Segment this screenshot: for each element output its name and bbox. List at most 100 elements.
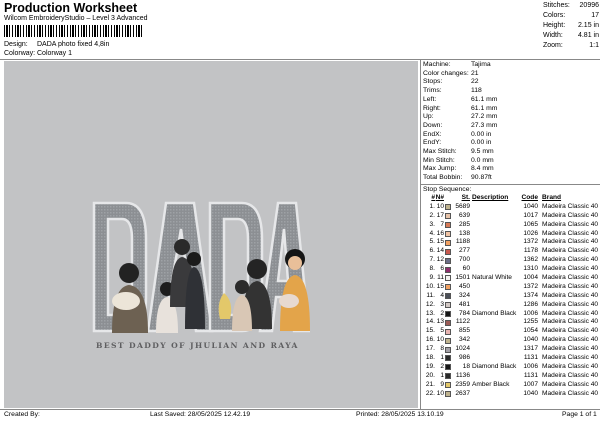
row-stitches: 784 bbox=[458, 309, 470, 317]
table-row[interactable]: 9. 11 1501 Natural White 1004 Madeira Classic… bbox=[423, 274, 599, 283]
summary-row: Height: 2.15 in bbox=[543, 21, 599, 31]
info-value: 8.4 mm bbox=[471, 165, 494, 173]
row-stitches: 1122 bbox=[455, 318, 470, 326]
row-code: 1178 bbox=[523, 247, 538, 255]
table-row[interactable]: 13. 2 784 Diamond Black 1006 Madeira Classic … bbox=[423, 310, 599, 319]
table-row[interactable]: 19. 2 18 Diamond Black 1006 Madeira Classic 4… bbox=[423, 363, 599, 372]
table-row[interactable]: 1. 10 5689 1040 Madeira Classic 40 bbox=[423, 203, 599, 212]
info-label: Max Stitch: bbox=[423, 148, 457, 156]
created-by: Created By: bbox=[4, 411, 40, 418]
info-row: Left: 61.1 mm bbox=[423, 96, 599, 105]
color-swatch bbox=[444, 222, 452, 229]
info-row: Stops: 22 bbox=[423, 78, 599, 87]
info-value: 9.5 mm bbox=[471, 148, 494, 156]
col-code: Code bbox=[521, 194, 538, 201]
row-num: 11. bbox=[426, 291, 435, 299]
info-label: EndY: bbox=[423, 139, 442, 147]
row-code: 1310 bbox=[523, 265, 538, 273]
color-swatch bbox=[444, 275, 452, 282]
table-row[interactable]: 3. 7 285 1065 Madeira Classic 40 bbox=[423, 221, 599, 230]
summary-value: 17 bbox=[591, 12, 599, 19]
row-needle: 4 bbox=[440, 291, 444, 299]
row-brand: Madeira Classic 40 bbox=[542, 362, 599, 370]
table-row[interactable]: 12. 3 481 1286 Madeira Classic 40 bbox=[423, 301, 599, 310]
row-needle: 7 bbox=[440, 220, 444, 228]
row-num: 6. bbox=[429, 247, 436, 255]
info-value: Tajima bbox=[471, 61, 491, 68]
info-label: Up: bbox=[423, 113, 434, 121]
row-stitches: 324 bbox=[458, 291, 470, 299]
table-row[interactable]: 6. 14 277 1178 Madeira Classic 40 bbox=[423, 247, 599, 256]
table-row[interactable]: 18. 1 986 1131 Madeira Classic 40 bbox=[423, 354, 599, 363]
table-row[interactable]: 16. 10 342 1040 Madeira Classic 40 bbox=[423, 336, 599, 345]
col-num: # bbox=[431, 194, 435, 201]
row-num: 19. bbox=[425, 362, 435, 370]
design-label: Design: bbox=[4, 41, 28, 48]
table-row[interactable]: 10. 15 450 1372 Madeira Classic 40 bbox=[423, 283, 599, 292]
row-code: 1372 bbox=[523, 282, 538, 290]
info-value: 27.3 mm bbox=[471, 121, 498, 129]
info-value: 0.00 in bbox=[471, 139, 492, 147]
info-value: 27.2 mm bbox=[471, 113, 498, 121]
row-needle: 2 bbox=[440, 309, 444, 317]
color-swatch bbox=[444, 391, 452, 398]
row-num: 7. bbox=[429, 256, 436, 264]
info-row: EndX: 0.00 in bbox=[423, 131, 599, 140]
design-row: Design: DADA photo fixed 4,8in bbox=[4, 41, 109, 48]
row-needle: 8 bbox=[440, 345, 444, 353]
summary-label: Colors: bbox=[543, 12, 566, 19]
color-swatch bbox=[444, 337, 452, 344]
divider bbox=[420, 184, 600, 185]
color-swatch bbox=[444, 328, 452, 335]
row-brand: Madeira Classic 40 bbox=[542, 336, 599, 344]
row-code: 1004 bbox=[523, 274, 538, 282]
row-num: 1. bbox=[429, 202, 436, 210]
info-label: Left: bbox=[423, 95, 437, 103]
table-row[interactable]: 15. 5 855 1054 Madeira Classic 40 bbox=[423, 327, 599, 336]
table-row[interactable]: 17. 8 1024 1317 Madeira Classic 40 bbox=[423, 345, 599, 354]
row-num: 14. bbox=[425, 318, 435, 326]
row-stitches: 2637 bbox=[455, 389, 470, 397]
color-swatch bbox=[444, 204, 452, 211]
row-needle: 1 bbox=[440, 371, 444, 379]
row-brand: Madeira Classic 40 bbox=[542, 229, 599, 237]
table-row[interactable]: 22. 10 2637 1040 Madeira Classic 40 bbox=[423, 390, 599, 399]
software-name: Wilcom EmbroideryStudio – Level 3 Advanc… bbox=[4, 15, 148, 22]
table-row[interactable]: 2. 17 639 1017 Madeira Classic 40 bbox=[423, 212, 599, 221]
info-row: Min Stitch: 0.0 mm bbox=[423, 157, 599, 166]
row-brand: Madeira Classic 40 bbox=[542, 211, 599, 219]
design-canvas[interactable]: BEST DADDY OF JHULIAN AND RAYA bbox=[4, 61, 418, 408]
row-description: Natural White bbox=[472, 274, 512, 282]
row-stitches: 450 bbox=[458, 282, 470, 290]
row-num: 18. bbox=[425, 354, 435, 362]
table-row[interactable]: 21. 9 2359 Amber Black 1007 Madeira Classic 4… bbox=[423, 381, 599, 390]
design-value: DADA photo fixed 4,8in bbox=[37, 41, 110, 48]
row-num: 17. bbox=[425, 345, 435, 353]
table-row[interactable]: 11. 4 324 1374 Madeira Classic 40 bbox=[423, 292, 599, 301]
row-needle: 16 bbox=[436, 229, 444, 237]
row-stitches: 138 bbox=[458, 229, 470, 237]
table-row[interactable]: 20. 1 1136 1131 Madeira Classic 40 bbox=[423, 372, 599, 381]
summary-label: Height: bbox=[543, 22, 566, 29]
table-row[interactable]: 14. 13 1122 1255 Madeira Classic 40 bbox=[423, 318, 599, 327]
color-swatch bbox=[444, 239, 452, 246]
row-stitches: 277 bbox=[458, 247, 470, 255]
col-st: St. bbox=[461, 194, 470, 201]
row-brand: Madeira Classic 40 bbox=[542, 282, 599, 290]
table-row[interactable]: 8. 6 60 1310 Madeira Classic 40 bbox=[423, 265, 599, 274]
table-row[interactable]: 5. 15 1188 1372 Madeira Classic 40 bbox=[423, 238, 599, 247]
info-value: 61.1 mm bbox=[471, 104, 498, 112]
color-swatch bbox=[444, 248, 452, 255]
divider bbox=[420, 59, 421, 409]
color-swatch bbox=[444, 319, 452, 326]
color-swatch bbox=[444, 293, 452, 300]
table-row[interactable]: 7. 12 700 1362 Madeira Classic 40 bbox=[423, 256, 599, 265]
color-swatch bbox=[444, 373, 452, 380]
info-value: 118 bbox=[471, 87, 482, 95]
info-label: Min Stitch: bbox=[423, 156, 455, 164]
table-row[interactable]: 4. 16 138 1026 Madeira Classic 40 bbox=[423, 230, 599, 239]
divider bbox=[0, 59, 600, 60]
row-description: Amber Black bbox=[472, 380, 510, 388]
col-description: Description bbox=[472, 194, 509, 201]
table-body: 1. 10 5689 1040 Madeira Classic 40 2. 17 639 101… bbox=[423, 203, 599, 399]
